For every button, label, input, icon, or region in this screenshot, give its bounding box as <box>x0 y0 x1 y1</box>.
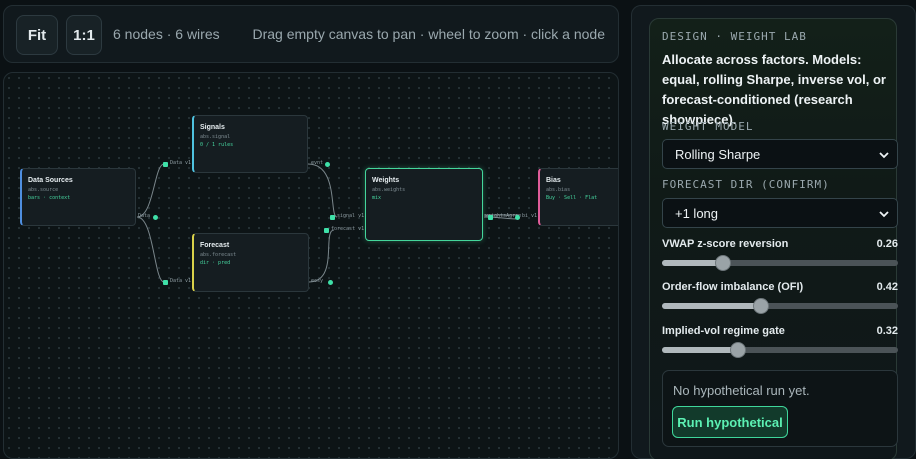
node-value: Buy · Sell · Flat <box>546 195 598 201</box>
graph-canvas[interactable]: Data Sources abs.source bars · context D… <box>3 72 619 459</box>
fit-button[interactable]: Fit <box>16 15 58 55</box>
node-type: abs.signal <box>200 134 231 140</box>
slider-value: 0.26 <box>876 238 898 250</box>
node-type: abs.weights <box>372 187 406 193</box>
weight-model-select[interactable]: Rolling Sharpe <box>662 139 898 169</box>
node-title: Bias <box>546 177 561 184</box>
node-title: Signals <box>200 124 225 131</box>
node-data-sources[interactable]: Data Sources abs.source bars · context <box>20 168 136 226</box>
card-eyebrow: DESIGN · WEIGHT LAB <box>662 30 807 43</box>
wire-sources-forecast <box>136 216 165 283</box>
node-forecast[interactable]: Forecast abs.forecast dir · pred <box>192 233 309 292</box>
canvas-hint: Drag empty canvas to pan · wheel to zoom… <box>252 26 605 42</box>
slider-thumb[interactable] <box>729 342 746 358</box>
port-signals-out[interactable] <box>325 162 330 167</box>
run-hypothetical-button[interactable]: Run hypothetical <box>672 406 788 438</box>
node-signals[interactable]: Signals abs.signal 0 / 1 rules <box>192 115 308 173</box>
canvas-toolbar: Fit 1:1 6 nodes · 6 wires Drag empty can… <box>3 5 619 63</box>
chevron-down-icon <box>879 211 889 218</box>
node-weights[interactable]: Weights abs.weights mix <box>365 168 483 241</box>
node-title: Forecast <box>200 242 230 249</box>
slider-track[interactable] <box>662 255 898 271</box>
slider-value: 0.32 <box>876 325 898 337</box>
port-label-signals-out: evnt <box>311 160 324 166</box>
slider-track[interactable] <box>662 298 898 314</box>
port-label-weights-in-forecast: forecast v1 <box>331 226 365 232</box>
forecast-dir-value: +1 long <box>675 205 719 221</box>
weight-model-label: WEIGHT MODEL <box>662 120 754 133</box>
port-label-bias-in: bi v1 <box>522 213 538 219</box>
slider-fill <box>662 260 724 266</box>
wires-layer <box>136 163 520 283</box>
forecast-dir-select[interactable]: +1 long <box>662 198 898 228</box>
port-label-forecast-in: Data v1 <box>170 278 192 284</box>
wire-signals-weights <box>307 163 338 218</box>
weight-lab-card: DESIGN · WEIGHT LAB Allocate across fact… <box>649 18 898 459</box>
slider-thumb[interactable] <box>715 255 732 271</box>
card-description: Allocate across factors. Models: equal, … <box>662 52 886 127</box>
node-value: bars · context <box>28 195 71 201</box>
slider-fill <box>662 347 738 353</box>
slider-thumb[interactable] <box>753 298 770 314</box>
node-title: Weights <box>372 177 400 184</box>
node-title: Data Sources <box>28 177 73 184</box>
node-value: 0 / 1 rules <box>200 142 234 148</box>
node-type: abs.forecast <box>200 252 237 258</box>
slider-fill <box>662 303 762 309</box>
wire-forecast-weights <box>308 229 335 283</box>
port-signals-in[interactable] <box>163 162 168 167</box>
port-label-sources-out: Data <box>138 213 151 219</box>
port-weights-out[interactable] <box>515 215 520 220</box>
slider-label: VWAP z-score reversion <box>662 238 789 250</box>
slider-label: Implied-vol regime gate <box>662 325 785 337</box>
port-bias-in[interactable] <box>488 215 493 220</box>
inspector-panel: DESIGN · WEIGHT LAB Allocate across fact… <box>631 5 916 459</box>
node-value: mix <box>372 195 382 201</box>
slider-label: Order-flow imbalance (OFI) <box>662 281 804 293</box>
slider-value: 0.42 <box>876 281 898 293</box>
node-value: dir · pred <box>200 260 231 266</box>
run-status: No hypothetical run yet. <box>673 383 810 398</box>
node-type: abs.bias <box>546 187 571 193</box>
port-label-forecast-out: ecsy <box>311 278 324 284</box>
node-bias[interactable]: Bias abs.bias Buy · Sell · Flat <box>538 168 618 226</box>
port-label-signals-in: Data v1 <box>170 160 192 166</box>
port-weights-in-forecast[interactable] <box>324 228 329 233</box>
run-box: No hypothetical run yet. Run hypothetica… <box>662 370 898 447</box>
forecast-dir-label: FORECAST DIR (CONFIRM) <box>662 178 830 191</box>
node-type: abs.source <box>28 187 59 193</box>
graph-stats: 6 nodes · 6 wires <box>113 26 220 42</box>
chevron-down-icon <box>879 152 889 159</box>
port-label-weights-in-signal: signal v1 <box>337 213 365 219</box>
wire-sources-signals <box>136 163 165 218</box>
port-sources-out[interactable] <box>153 215 158 220</box>
slider-track[interactable] <box>662 342 898 358</box>
port-weights-in-signal[interactable] <box>330 215 335 220</box>
port-forecast-out[interactable] <box>328 280 333 285</box>
zoom-one-to-one-button[interactable]: 1:1 <box>66 15 102 55</box>
weight-model-value: Rolling Sharpe <box>675 146 761 162</box>
port-forecast-in[interactable] <box>163 280 168 285</box>
